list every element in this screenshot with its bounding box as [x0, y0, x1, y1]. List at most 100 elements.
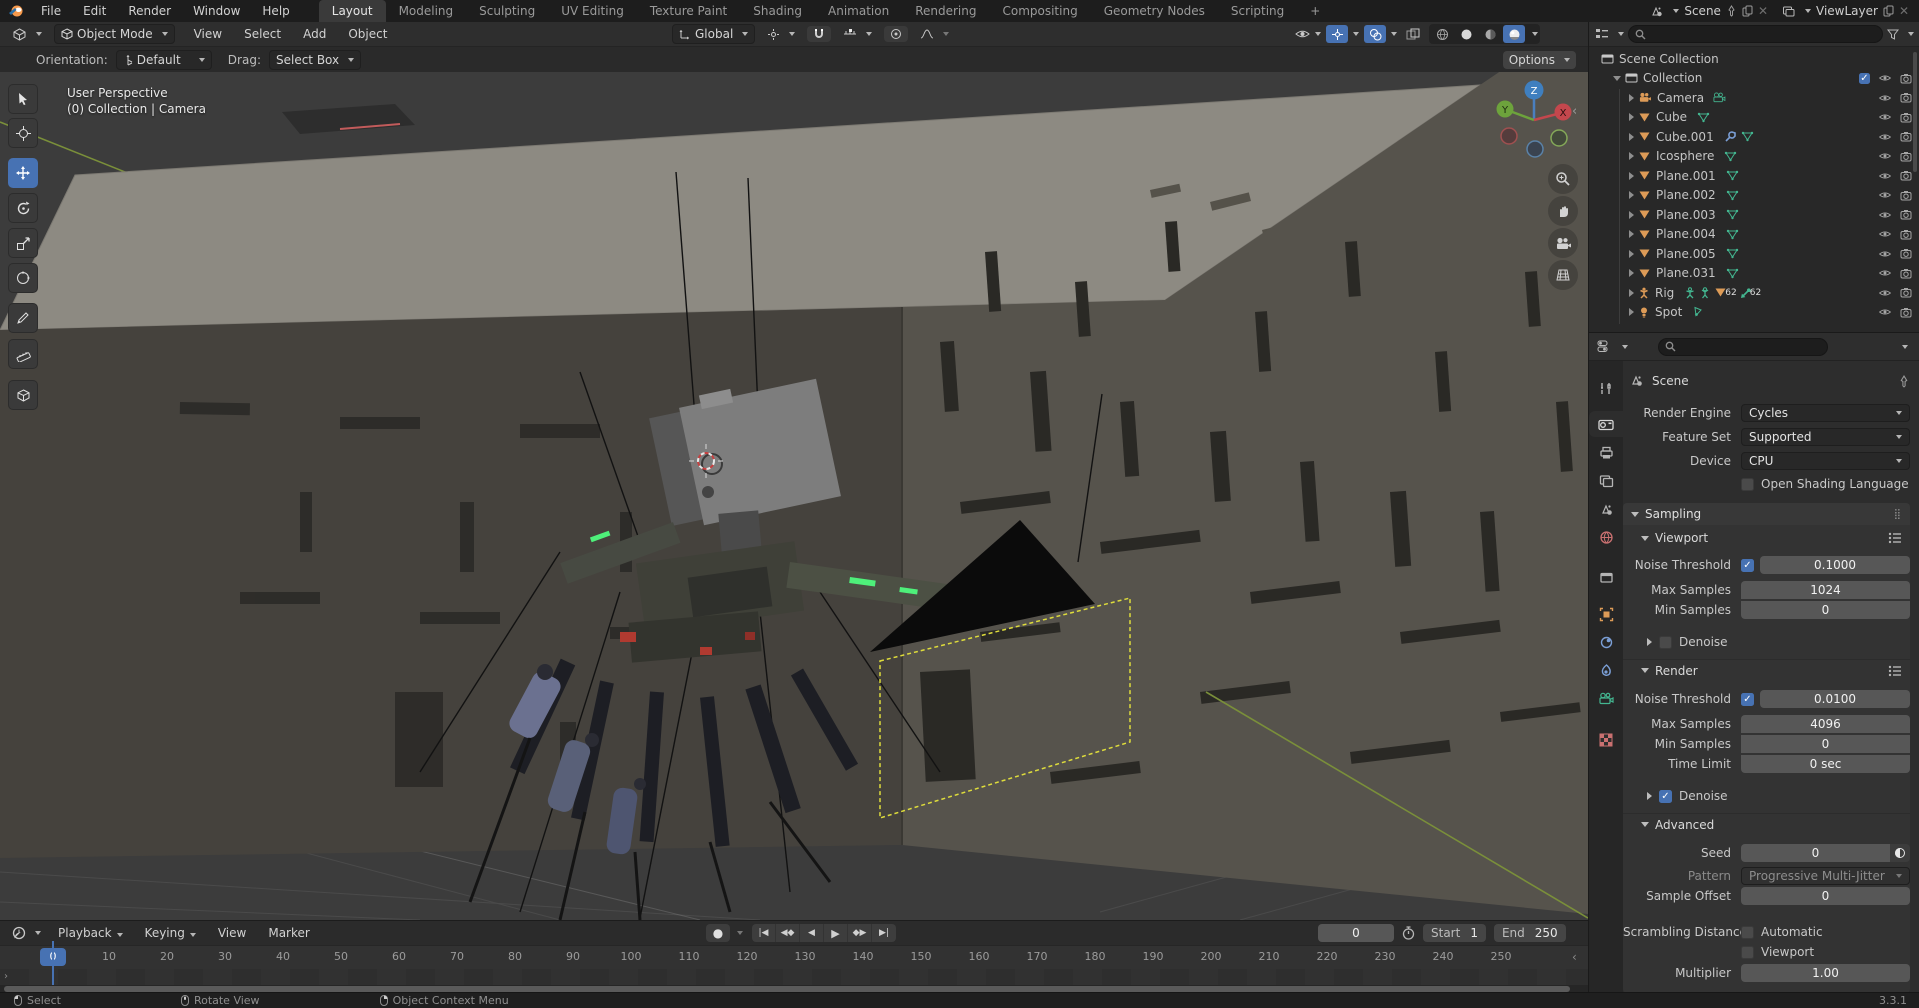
outliner-row-rig[interactable]: Rig 62 62: [1589, 283, 1919, 303]
r-noise-threshold-field[interactable]: 0.0100: [1760, 690, 1910, 708]
editor-type-button[interactable]: [6, 26, 48, 43]
hide-eye-icon[interactable]: [1878, 132, 1892, 142]
vp-min-samples-field[interactable]: 0: [1741, 601, 1910, 619]
outliner-row-collection[interactable]: Collection ✓: [1589, 69, 1919, 89]
frame-end-field[interactable]: End 250: [1494, 924, 1566, 942]
tool-rotate[interactable]: [8, 193, 38, 223]
hide-eye-icon[interactable]: [1878, 151, 1892, 161]
timeline-menu-marker[interactable]: Marker: [257, 922, 320, 944]
properties-editor-icon[interactable]: [1597, 340, 1611, 353]
outliner-search-input[interactable]: [1628, 25, 1883, 43]
workspace-tab-texture-paint[interactable]: Texture Paint: [637, 0, 740, 22]
sample-offset-field[interactable]: 0: [1741, 887, 1910, 905]
seed-field[interactable]: 0: [1741, 844, 1890, 862]
jump-to-end-button[interactable]: ▶|: [872, 924, 896, 942]
timeline-menu-playback[interactable]: Playback: [47, 922, 134, 944]
advanced-subpanel-header[interactable]: Advanced: [1623, 813, 1910, 835]
menu-object[interactable]: Object: [337, 23, 398, 45]
workspace-tab-uv-editing[interactable]: UV Editing: [548, 0, 637, 22]
hide-eye-icon[interactable]: [1878, 112, 1892, 122]
tab-texture[interactable]: [1589, 727, 1623, 753]
hide-eye-icon[interactable]: [1878, 288, 1892, 298]
show-overlays-toggle[interactable]: [1364, 25, 1386, 43]
show-gizmo-toggle[interactable]: [1326, 25, 1348, 43]
vp-denoise-expand-arrow[interactable]: [1647, 638, 1652, 646]
outliner-row-plane-005[interactable]: Plane.005: [1589, 244, 1919, 264]
scrambling-automatic-checkbox[interactable]: [1741, 926, 1754, 939]
menu-window[interactable]: Window: [182, 0, 251, 22]
outliner-row-cube-001[interactable]: Cube.001: [1589, 127, 1919, 147]
pin-icon[interactable]: [1898, 375, 1910, 388]
shading-rendered-button[interactable]: [1503, 25, 1525, 43]
tool-transform[interactable]: [8, 263, 38, 293]
sampling-panel-header[interactable]: Sampling ⣿: [1623, 503, 1910, 525]
shading-material-button[interactable]: [1479, 25, 1501, 43]
timeline-collapse-arrow[interactable]: ‹: [1572, 950, 1577, 964]
auto-keying-record-button[interactable]: ●: [706, 924, 730, 942]
tab-physics[interactable]: [1589, 657, 1623, 683]
pan-button[interactable]: [1548, 196, 1578, 226]
osl-checkbox[interactable]: [1741, 478, 1754, 491]
hide-eye-icon[interactable]: [1878, 249, 1892, 259]
outliner-row-camera[interactable]: Camera: [1589, 88, 1919, 108]
play-reverse-button[interactable]: ◀: [800, 924, 824, 942]
preset-list-icon[interactable]: [1888, 665, 1902, 677]
device-dropdown[interactable]: CPU: [1741, 452, 1910, 470]
shading-solid-button[interactable]: [1455, 25, 1477, 43]
disable-render-icon[interactable]: [1900, 209, 1912, 220]
r-denoise-expand-arrow[interactable]: [1647, 792, 1652, 800]
tool-add-primitive[interactable]: [8, 380, 38, 410]
hide-eye-icon[interactable]: [1878, 93, 1892, 103]
outliner-scrollbar[interactable]: [1913, 52, 1917, 172]
disable-render-icon[interactable]: [1900, 248, 1912, 259]
pivot-point-dropdown[interactable]: [761, 26, 801, 43]
tab-modifiers[interactable]: [1589, 629, 1623, 655]
workspace-tab-rendering[interactable]: Rendering: [902, 0, 989, 22]
visibility-dropdown[interactable]: [1295, 28, 1321, 40]
workspace-tab-shading[interactable]: Shading: [740, 0, 815, 22]
hide-eye-icon[interactable]: [1878, 190, 1892, 200]
tool-select-box[interactable]: [8, 84, 38, 114]
timeline-editor-type-button[interactable]: [6, 924, 47, 942]
remove-view-layer-icon[interactable]: ✕: [1899, 4, 1909, 18]
next-keyframe-button[interactable]: ◆▶: [848, 924, 872, 942]
breadcrumb[interactable]: Scene: [1652, 374, 1689, 388]
workspace-tab-sculpting[interactable]: Sculpting: [466, 0, 548, 22]
multiplier-field[interactable]: 1.00: [1741, 964, 1910, 982]
zoom-button[interactable]: [1548, 164, 1578, 194]
viewport-subpanel-header[interactable]: Viewport: [1623, 527, 1910, 549]
scrambling-viewport-checkbox[interactable]: [1741, 946, 1754, 959]
blender-logo-icon[interactable]: [8, 4, 24, 18]
disable-render-icon[interactable]: [1900, 131, 1912, 142]
snap-target-dropdown[interactable]: [837, 26, 878, 42]
workspace-tab-geometry-nodes[interactable]: Geometry Nodes: [1091, 0, 1218, 22]
disable-render-icon[interactable]: [1900, 268, 1912, 279]
ortho-toggle-button[interactable]: [1548, 260, 1578, 290]
tool-annotate[interactable]: [8, 303, 38, 333]
menu-render[interactable]: Render: [117, 0, 182, 22]
workspace-tab-compositing[interactable]: Compositing: [989, 0, 1090, 22]
feature-set-dropdown[interactable]: Supported: [1741, 428, 1910, 446]
pin-icon[interactable]: [1726, 5, 1737, 17]
r-min-samples-field[interactable]: 0: [1741, 735, 1910, 753]
vp-noise-threshold-checkbox[interactable]: ✓: [1741, 559, 1754, 572]
xray-toggle[interactable]: [1402, 25, 1424, 43]
hide-eye-icon[interactable]: [1878, 268, 1892, 278]
proportional-editing-toggle[interactable]: [884, 26, 908, 42]
jump-to-start-button[interactable]: |◀: [752, 924, 776, 942]
outliner-row-plane-004[interactable]: Plane.004: [1589, 225, 1919, 245]
outliner-row-plane-003[interactable]: Plane.003: [1589, 205, 1919, 225]
outliner-row-scene-collection[interactable]: Scene Collection: [1589, 49, 1919, 69]
tab-output[interactable]: [1589, 440, 1623, 466]
outliner-row-plane-001[interactable]: Plane.001: [1589, 166, 1919, 186]
collection-checkbox[interactable]: ✓: [1859, 73, 1870, 84]
camera-view-button[interactable]: [1548, 228, 1578, 258]
outliner-row-icosphere[interactable]: Icosphere: [1589, 147, 1919, 167]
disable-render-icon[interactable]: [1900, 151, 1912, 162]
hide-eye-icon[interactable]: [1878, 307, 1892, 317]
snap-toggle[interactable]: [807, 26, 831, 42]
disable-render-icon[interactable]: [1900, 190, 1912, 201]
tool-move[interactable]: [8, 158, 38, 188]
view-layer-selector[interactable]: ViewLayer ✕: [1782, 4, 1909, 18]
timeline-tracks[interactable]: ›: [0, 969, 1588, 985]
